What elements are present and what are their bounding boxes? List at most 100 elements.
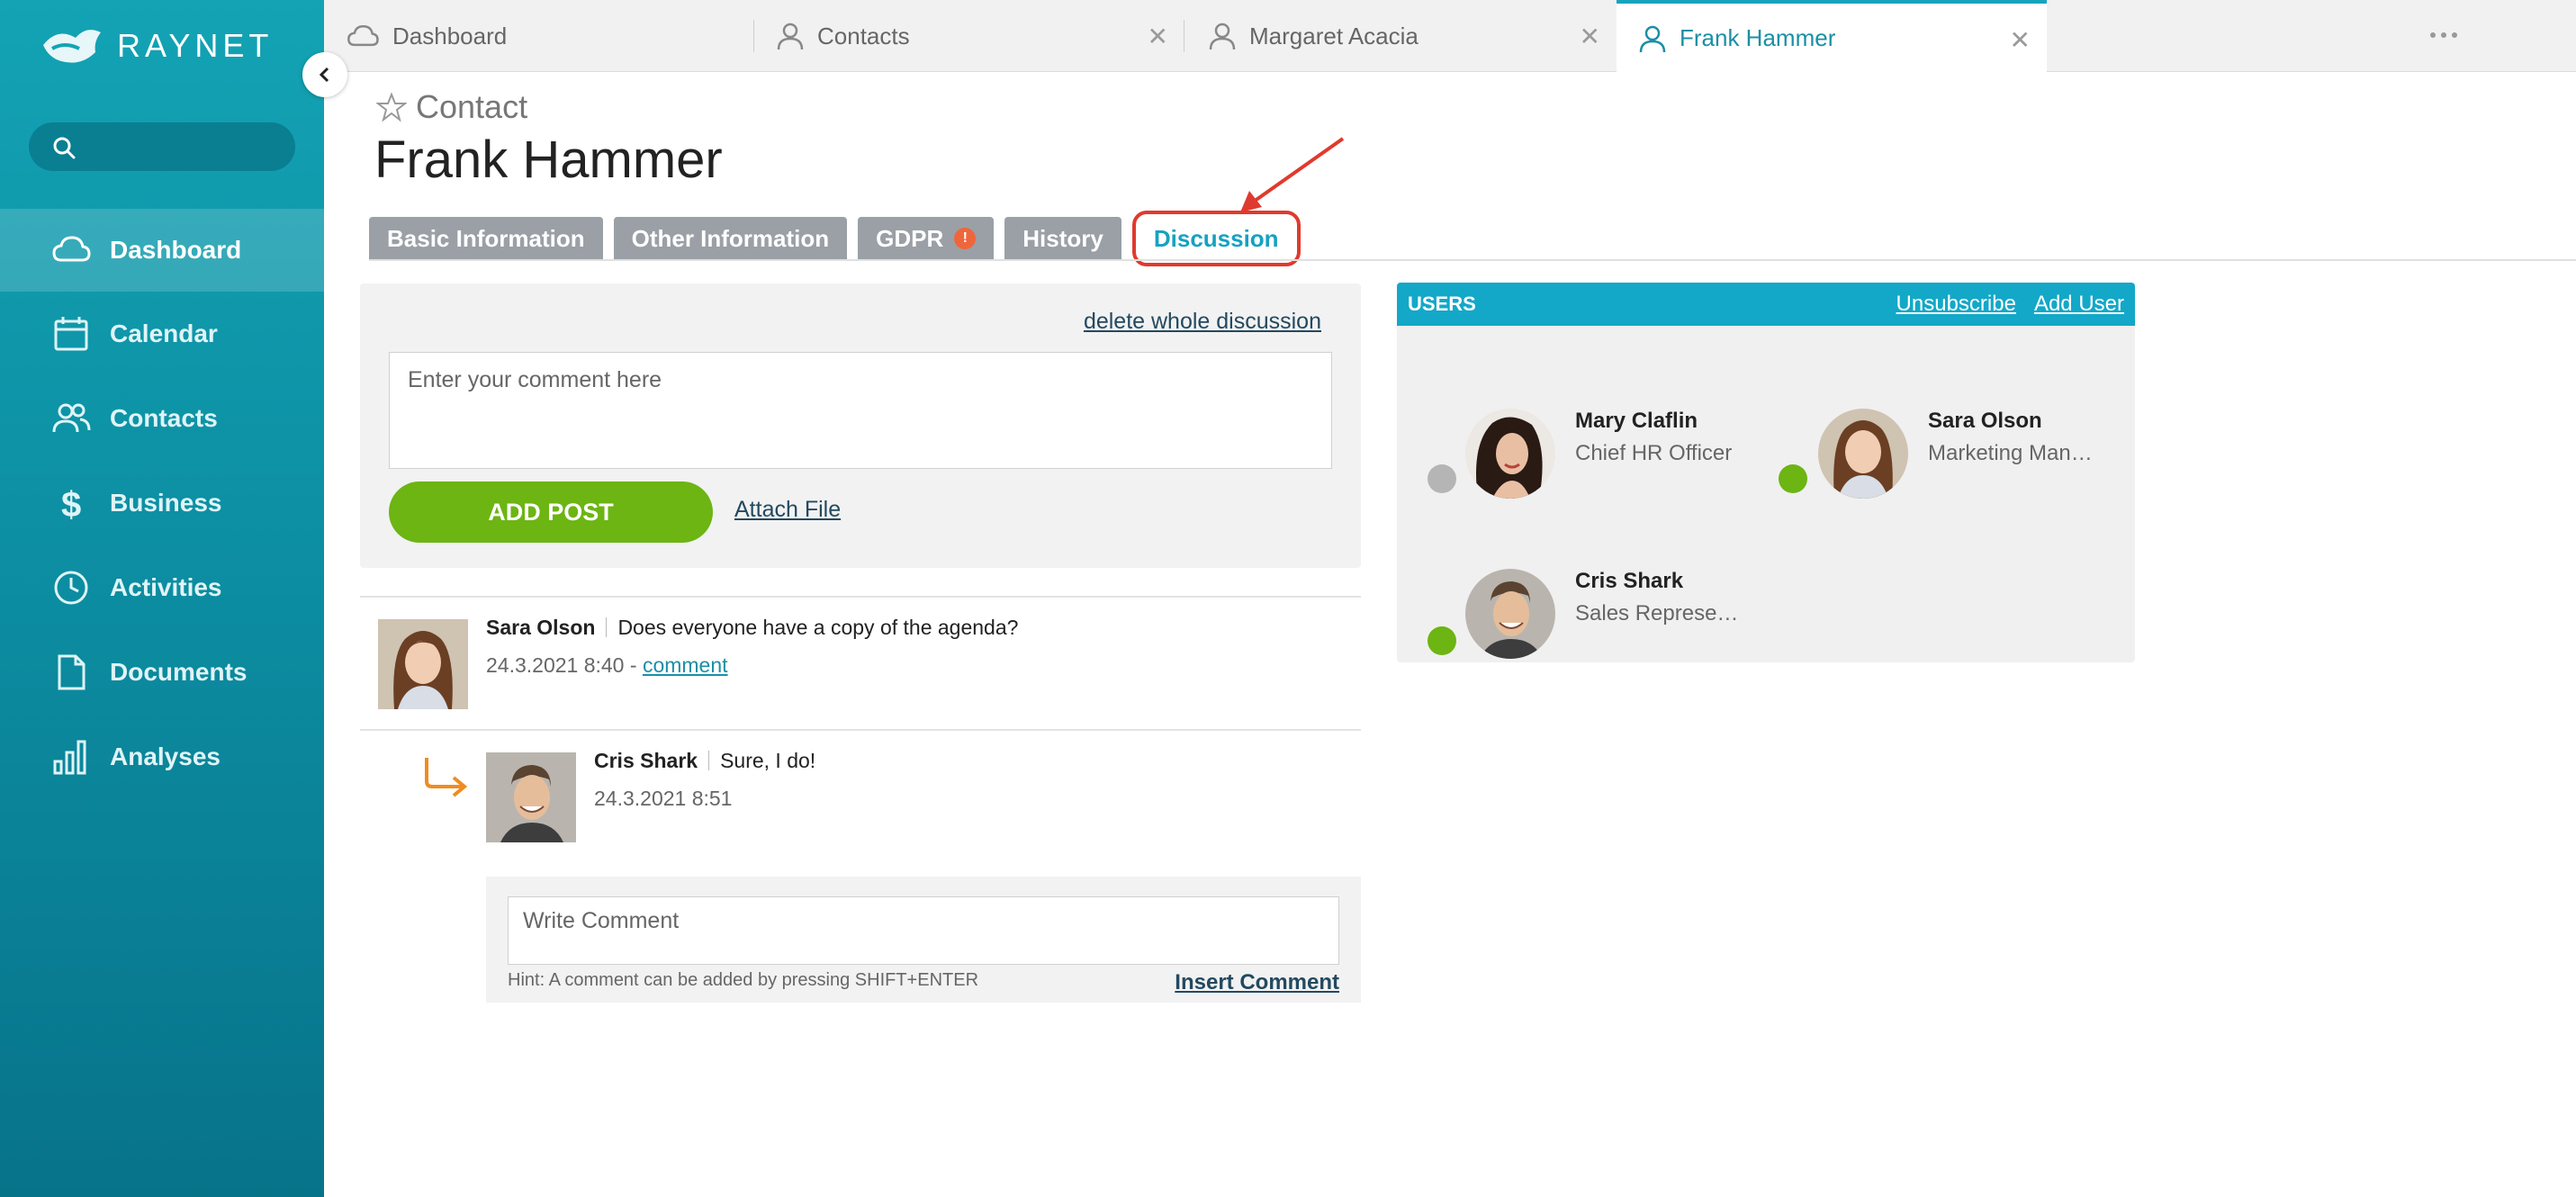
sidebar-item-label: Documents [110,658,248,686]
meta-separator: - [624,653,643,677]
tab-label: Basic Information [387,224,585,252]
annotation-arrow [1240,137,1345,212]
sidebar-item-dashboard[interactable]: Dashboard [0,209,324,292]
record-type-text: Contact [416,88,528,125]
comment-input[interactable]: Enter your comment here [389,352,1332,469]
raynet-logo-icon [43,30,101,63]
person-icon [777,22,804,50]
sidebar-item-label: Activities [110,573,222,601]
tabs-divider [369,259,2576,261]
user-role: Chief HR Officer [1575,441,1733,465]
tab-label: GDPR [876,224,944,252]
sidebar-item-business[interactable]: $ Business [0,461,324,545]
sidebar-search-input[interactable] [29,122,295,171]
divider [360,596,1361,598]
window-tab-label: Margaret Acacia [1249,22,1419,50]
status-online-icon [1779,464,1807,493]
unsubscribe-link[interactable]: Unsubscribe [1896,292,2016,317]
close-icon[interactable]: ✕ [1580,22,1600,51]
user-role: Sales Represe… [1575,601,1739,626]
window-tab-margaret-acacia[interactable]: Margaret Acacia ✕ [1208,0,1617,72]
user-name: Sara Olson [1928,409,2042,433]
sidebar-item-label: Contacts [110,404,218,432]
sidebar-item-documents[interactable]: Documents [0,630,324,715]
post-header: Sara Olson Does everyone have a copy of t… [486,616,1018,640]
calendar-icon [54,317,88,351]
tab-label: Discussion [1153,224,1279,252]
reply-header: Cris Shark Sure, I do! [594,749,815,773]
post-author[interactable]: Sara Olson [486,616,595,639]
sidebar-item-analyses[interactable]: Analyses [0,715,324,799]
person-icon [1639,25,1666,52]
window-tab-label: Dashboard [392,22,508,50]
reply-timestamp: 24.3.2021 8:51 [594,787,733,810]
window-tab-dashboard[interactable]: Dashboard [346,0,754,72]
tab-label: History [1022,224,1103,252]
users-panel: USERS Unsubscribe Add User Mary Claflin … [1397,283,2135,662]
star-icon[interactable] [376,92,407,122]
comment-link[interactable]: comment [643,653,728,677]
user-name: Cris Shark [1575,569,1684,593]
tab-history[interactable]: History [1004,217,1121,260]
sidebar-nav: Dashboard Calendar Contacts $ Business A… [0,209,324,799]
post-timestamp: 24.3.2021 8:40 [486,653,625,677]
dollar-icon: $ [61,485,81,524]
more-tabs-icon[interactable] [2430,32,2457,38]
clock-icon [54,571,88,605]
reply-meta: 24.3.2021 8:51 [594,787,732,811]
reply-author[interactable]: Cris Shark [594,749,698,772]
chevron-left-icon [319,67,329,83]
add-user-link[interactable]: Add User [2034,292,2124,317]
sidebar-item-label: Dashboard [110,236,242,264]
page-title: Frank Hammer [374,130,723,189]
tab-discussion[interactable]: Discussion [1131,211,1301,266]
divider [360,729,1361,731]
tab-other-information[interactable]: Other Information [613,217,848,260]
sidebar: RAYNET Dashboard Calendar Contacts $ Bus… [0,0,324,1197]
tab-basic-information[interactable]: Basic Information [369,217,603,260]
record-type-label: Contact [376,88,527,126]
window-tab-label: Frank Hammer [1680,24,1836,51]
tab-gdpr[interactable]: GDPR! [858,217,995,260]
sidebar-item-label: Analyses [110,742,221,770]
window-tab-contacts[interactable]: Contacts ✕ [776,0,1184,72]
collapse-sidebar-button[interactable] [302,52,347,97]
hint-text: Hint: A comment can be added by pressing… [508,970,979,990]
cloud-icon [347,25,379,47]
reply-arrow-icon [425,758,468,797]
reply-text: Sure, I do! [720,749,816,772]
close-icon[interactable]: ✕ [2010,25,2031,55]
post-meta: 24.3.2021 8:40 - comment [486,653,728,678]
avatar [378,619,468,709]
window-tab-frank-hammer[interactable]: Frank Hammer ✕ [1617,0,2047,73]
delete-discussion-link[interactable]: delete whole discussion [1084,309,1321,335]
add-post-button[interactable]: ADD POST [389,482,713,543]
sidebar-item-activities[interactable]: Activities [0,545,324,630]
separator [708,751,710,770]
logo-text: RAYNET [117,27,274,64]
attach-file-link[interactable]: Attach File [734,497,841,523]
search-icon [53,137,76,159]
sidebar-item-label: Calendar [110,320,218,347]
raynet-logo[interactable]: RAYNET [40,25,273,67]
insert-comment-link[interactable]: Insert Comment [1175,970,1339,995]
users-title: USERS [1408,292,1476,315]
avatar [1818,409,1908,499]
sidebar-item-label: Business [110,489,222,517]
post-text: Does everyone have a copy of the agenda? [617,616,1019,639]
separator [606,617,608,637]
close-icon[interactable]: ✕ [1148,22,1168,51]
sidebar-item-contacts[interactable]: Contacts [0,376,324,461]
bar-chart-icon [53,740,86,775]
users-panel-header: USERS Unsubscribe Add User [1397,283,2135,326]
user-name: Mary Claflin [1575,409,1698,433]
write-comment-input[interactable]: Write Comment [508,896,1339,965]
sidebar-item-calendar[interactable]: Calendar [0,292,324,376]
contacts-icon [52,403,91,433]
svg-text:$: $ [61,485,81,524]
avatar [1465,409,1555,499]
avatar [486,752,576,842]
warning-icon: ! [954,228,977,249]
person-icon [1209,22,1236,50]
window-tab-label: Contacts [817,22,910,50]
